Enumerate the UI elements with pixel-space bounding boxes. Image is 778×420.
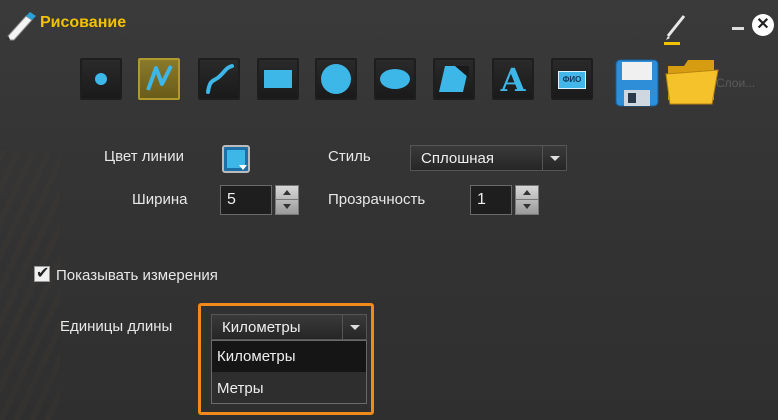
opacity-input[interactable] bbox=[471, 186, 511, 214]
title-bar: Рисование ✕ bbox=[0, 0, 778, 46]
text-icon: A bbox=[500, 61, 526, 99]
layers-ghost-text: Слои... bbox=[716, 76, 756, 90]
chevron-down-icon[interactable] bbox=[542, 146, 566, 170]
opacity-stepper[interactable] bbox=[515, 185, 539, 215]
width-decrement-button[interactable] bbox=[276, 200, 298, 214]
width-spinner[interactable] bbox=[220, 185, 272, 215]
length-units-select-value: Километры bbox=[222, 319, 301, 336]
dropdown-option-meters[interactable]: Метры bbox=[212, 373, 366, 404]
dropdown-option-kilometers[interactable]: Километры bbox=[212, 341, 366, 372]
ellipse-icon bbox=[380, 69, 410, 89]
show-measurements-checkbox[interactable] bbox=[34, 263, 50, 282]
opacity-label: Прозрачность bbox=[328, 191, 426, 208]
opacity-decrement-button[interactable] bbox=[516, 200, 538, 214]
opacity-increment-button[interactable] bbox=[516, 186, 538, 200]
style-label: Стиль bbox=[328, 148, 371, 165]
minimize-icon[interactable] bbox=[730, 14, 746, 32]
rectangle-icon bbox=[264, 70, 292, 88]
polygon-icon bbox=[439, 66, 469, 92]
pencil-icon bbox=[6, 12, 36, 42]
curve-tool-button[interactable] bbox=[198, 58, 240, 100]
ellipse-tool-button[interactable] bbox=[374, 58, 416, 100]
close-icon[interactable]: ✕ bbox=[752, 14, 774, 36]
length-units-dropdown: Километры Метры bbox=[211, 340, 367, 404]
polyline-icon bbox=[146, 65, 173, 91]
curve-icon bbox=[206, 64, 234, 94]
save-icon[interactable] bbox=[614, 58, 660, 108]
style-select[interactable]: Сплошная bbox=[410, 145, 567, 171]
drawing-panel: Рисование ✕ A ФИО Слои... Цвет линии Сти… bbox=[0, 0, 778, 420]
line-color-label: Цвет линии bbox=[104, 148, 184, 165]
polyline-tool-button[interactable] bbox=[138, 58, 180, 100]
point-icon bbox=[95, 73, 107, 85]
pen-icon[interactable] bbox=[662, 12, 688, 46]
point-tool-button[interactable] bbox=[80, 58, 122, 100]
window-title: Рисование bbox=[40, 14, 127, 31]
polygon-tool-button[interactable] bbox=[433, 58, 475, 100]
chevron-down-icon[interactable] bbox=[342, 315, 366, 339]
opacity-spinner[interactable] bbox=[470, 185, 512, 215]
circle-tool-button[interactable] bbox=[315, 58, 357, 100]
width-stepper[interactable] bbox=[275, 185, 299, 215]
fio-icon: ФИО bbox=[558, 71, 586, 89]
style-select-value: Сплошная bbox=[421, 150, 495, 167]
text-tool-button[interactable]: A bbox=[492, 58, 534, 100]
map-background bbox=[0, 150, 60, 420]
width-input[interactable] bbox=[221, 186, 271, 214]
fio-tool-button[interactable]: ФИО bbox=[551, 58, 593, 100]
length-units-select[interactable]: Километры bbox=[211, 314, 367, 340]
width-increment-button[interactable] bbox=[276, 186, 298, 200]
rectangle-tool-button[interactable] bbox=[257, 58, 299, 100]
width-label: Ширина bbox=[132, 191, 188, 208]
line-color-picker[interactable] bbox=[222, 145, 250, 173]
show-measurements-label[interactable]: Показывать измерения bbox=[56, 267, 218, 284]
length-units-label: Единицы длины bbox=[60, 318, 173, 335]
circle-icon bbox=[321, 64, 351, 94]
folder-icon[interactable] bbox=[664, 50, 720, 108]
